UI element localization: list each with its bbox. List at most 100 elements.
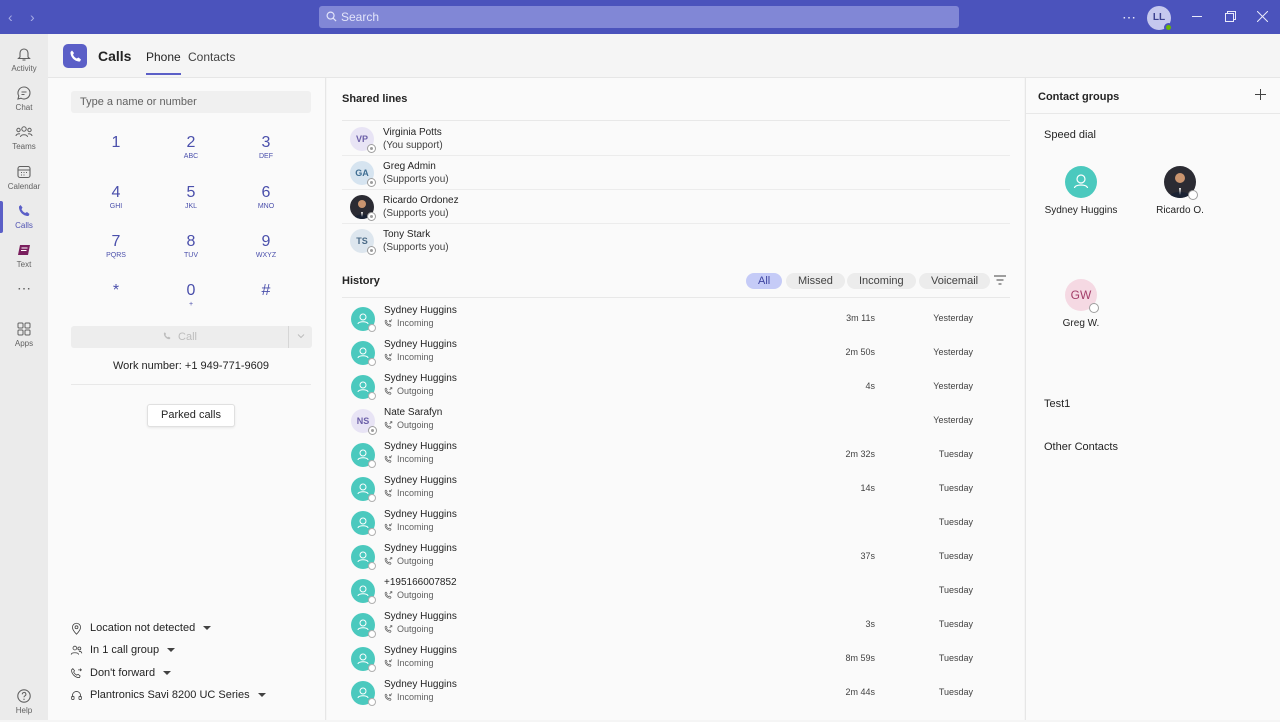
history-row[interactable]: NS Nate Sarafyn Outgoing Yesterday (342, 404, 1010, 438)
location-option[interactable]: Location not detected (70, 619, 212, 637)
dial-key[interactable]: 8 TUV (161, 232, 221, 260)
chevron-down-icon[interactable] (296, 331, 306, 341)
history-date: Tuesday (938, 619, 973, 629)
dial-key[interactable]: * (86, 281, 146, 301)
rail-chat[interactable]: Chat (0, 79, 48, 119)
shared-line-role: (You support) (383, 140, 443, 151)
history-row[interactable]: Sydney Huggins Incoming 8m 59s Tuesday (342, 642, 1010, 676)
back-arrow-icon[interactable]: ‹ (8, 9, 13, 25)
shared-line-row[interactable]: Ricardo Ordonez (Supports you) (342, 190, 1010, 224)
shared-line-role: (Supports you) (383, 208, 449, 219)
rail-calls[interactable]: Calls (0, 197, 48, 237)
dial-key-letters: DEF (259, 153, 273, 160)
dial-key[interactable]: 2 ABC (161, 133, 221, 161)
forward-option[interactable]: Don't forward (70, 664, 172, 682)
history-row[interactable]: Sydney Huggins Incoming 2m 44s Tuesday (342, 676, 1010, 710)
rail-text[interactable]: Text (0, 236, 48, 276)
tab-contacts[interactable]: Contacts (188, 50, 235, 64)
rail-teams[interactable]: Teams (0, 118, 48, 158)
tab-phone[interactable]: Phone (146, 50, 181, 75)
history-duration: 8m 59s (845, 653, 875, 663)
call-forward-icon (71, 667, 82, 678)
dial-key-digit: 5 (186, 184, 196, 201)
call-button[interactable]: Call (71, 326, 312, 348)
rail-apps[interactable]: Apps (0, 315, 48, 355)
more-options-icon[interactable]: ⋯ (1122, 0, 1136, 34)
history-name: Sydney Huggins (384, 475, 457, 486)
dial-key[interactable]: 4 GHI (86, 183, 146, 211)
history-date: Tuesday (938, 687, 973, 697)
filter-incoming[interactable]: Incoming (847, 273, 916, 289)
dial-key-digit: 4 (111, 184, 121, 201)
person-icon (351, 307, 376, 332)
dial-key[interactable]: 5 JKL (161, 183, 221, 211)
group-test1[interactable]: Test1 (1044, 398, 1070, 410)
divider (342, 120, 1010, 121)
dial-key-digit: 7 (111, 233, 121, 250)
call-button-main[interactable]: Call (71, 326, 288, 348)
history-row[interactable]: +195166007852 Outgoing Tuesday (342, 574, 1010, 608)
rail-activity[interactable]: Activity (0, 40, 48, 80)
shared-line-row[interactable]: TS Tony Stark (Supports you) (342, 224, 1010, 258)
dial-key-digit: * (112, 282, 120, 299)
dial-key-digit: 2 (186, 134, 196, 151)
filter-missed[interactable]: Missed (786, 273, 845, 289)
rail-label: Calls (15, 221, 33, 230)
history-row[interactable]: Sydney Huggins Incoming Tuesday (342, 506, 1010, 540)
forward-arrow-icon[interactable]: › (30, 9, 35, 25)
history-row[interactable]: Sydney Huggins Outgoing 3s Tuesday (342, 608, 1010, 642)
calendar-icon (17, 165, 31, 179)
presence-offline-icon (367, 246, 376, 255)
call-group-option[interactable]: In 1 call group (70, 641, 176, 659)
divider (1026, 113, 1280, 114)
history-row[interactable]: Sydney Huggins Outgoing 4s Yesterday (342, 370, 1010, 404)
dial-key[interactable]: 1 (86, 133, 146, 153)
filter-voicemail[interactable]: Voicemail (919, 273, 991, 289)
history-row[interactable]: Sydney Huggins Incoming 14s Tuesday (342, 472, 1010, 506)
bell-icon (17, 48, 31, 61)
rail-help[interactable]: Help (0, 682, 48, 722)
dial-key-digit: 8 (186, 233, 196, 250)
speed-dial-contact[interactable]: Ricardo O. (1135, 166, 1225, 216)
dial-key[interactable]: # (236, 281, 296, 301)
phone-icon (18, 205, 30, 217)
minimize-icon[interactable] (1192, 16, 1202, 18)
device-option[interactable]: Plantronics Savi 8200 UC Series (70, 686, 266, 704)
parked-calls-button[interactable]: Parked calls (147, 404, 235, 427)
dial-key[interactable]: 9 WXYZ (236, 232, 296, 260)
contact-groups-title: Contact groups (1038, 91, 1120, 103)
history-row[interactable]: Sydney Huggins Outgoing 37s Tuesday (342, 540, 1010, 574)
incoming-call-icon (384, 454, 393, 463)
add-icon[interactable] (1255, 89, 1266, 100)
user-avatar[interactable]: LL (1147, 6, 1173, 32)
speed-dial-contact[interactable]: GW Greg W. (1036, 279, 1126, 329)
incoming-call-icon (384, 658, 393, 667)
dial-key[interactable]: 6 MNO (236, 183, 296, 211)
group-other-contacts[interactable]: Other Contacts (1044, 441, 1118, 453)
history-direction: Incoming (384, 318, 434, 328)
dial-key[interactable]: 0 + (161, 281, 221, 309)
shared-line-row[interactable]: VP Virginia Potts (You support) (342, 122, 1010, 156)
dial-key[interactable]: 3 DEF (236, 133, 296, 161)
filter-icon[interactable] (994, 275, 1006, 285)
rail-label: Help (15, 706, 33, 715)
history-direction: Outgoing (384, 386, 434, 396)
restore-icon[interactable] (1225, 11, 1236, 22)
history-row[interactable]: Sydney Huggins Incoming 2m 32s Tuesday (342, 438, 1010, 472)
history-row[interactable]: Sydney Huggins Incoming 2m 50s Yesterday (342, 336, 1010, 370)
headset-icon (71, 690, 82, 700)
more-apps-icon[interactable]: ⋯ (0, 280, 48, 320)
history-row[interactable]: Sydney Huggins Incoming 3m 11s Yesterday (342, 302, 1010, 336)
incoming-call-icon (384, 692, 393, 701)
help-icon (17, 689, 31, 703)
shared-line-row[interactable]: GA Greg Admin (Supports you) (342, 156, 1010, 190)
rail-calendar[interactable]: Calendar (0, 158, 48, 198)
close-icon[interactable] (1257, 11, 1268, 22)
dial-key[interactable]: 7 PQRS (86, 232, 146, 260)
speed-dial-contact[interactable]: Sydney Huggins (1036, 166, 1126, 216)
filter-all[interactable]: All (746, 273, 783, 289)
search-input[interactable]: Search (319, 6, 959, 28)
dialpad-panel: Type a name or number 1 2 ABC 3 DEF 4 GHI 5 JKL 6… (48, 78, 326, 720)
dial-input[interactable]: Type a name or number (71, 91, 311, 113)
person-icon (351, 477, 376, 502)
